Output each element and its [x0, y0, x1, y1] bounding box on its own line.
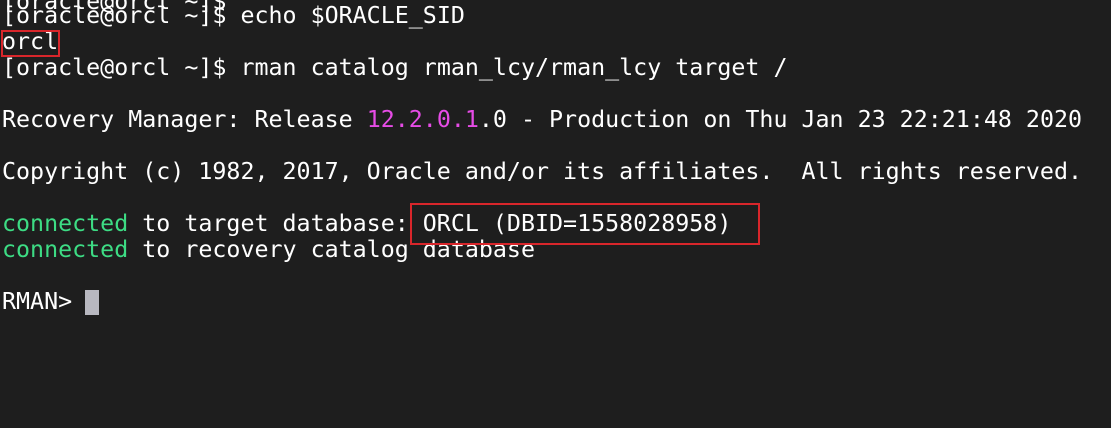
connected-status: connected [2, 210, 129, 237]
shell-prompt: [oracle@orcl ~]$ [2, 2, 241, 29]
terminal-line-target-connected: connected to target database: ORCL (DBID… [2, 211, 731, 237]
shell-prompt: [oracle@orcl ~]$ [2, 54, 241, 81]
terminal-line-rman-prompt[interactable]: RMAN> [2, 289, 86, 315]
banner-suffix: .0 - Production on Thu Jan 23 22:21:48 2… [478, 106, 1083, 133]
terminal-cursor[interactable] [85, 290, 99, 315]
banner-version: 12.2.0.1 [366, 106, 479, 133]
oracle-sid-output: orcl [2, 28, 59, 55]
target-db-id: ORCL (DBID=1558028958) [422, 210, 732, 237]
connected-status: connected [2, 236, 129, 263]
terminal-line-banner: Recovery Manager: Release 12.2.0.1.0 - P… [2, 107, 1082, 133]
catalog-db-label: to recovery catalog database [128, 236, 535, 263]
target-db-label: to target database: [128, 210, 423, 237]
terminal-window[interactable]: [oracle@orcl ~]$ [oracle@orcl ~]$ echo $… [0, 0, 1111, 428]
echo-command: echo $ORACLE_SID [240, 2, 465, 29]
rman-command: rman catalog rman_lcy/rman_lcy target / [240, 54, 788, 81]
terminal-line-rman-command: [oracle@orcl ~]$ rman catalog rman_lcy/r… [2, 55, 787, 81]
terminal-line-copyright: Copyright (c) 1982, 2017, Oracle and/or … [2, 159, 1082, 185]
terminal-line-sid-output: orcl [2, 29, 58, 55]
banner-prefix: Recovery Manager: Release [2, 106, 367, 133]
terminal-line-echo: [oracle@orcl ~]$ echo $ORACLE_SID [2, 3, 465, 29]
rman-prompt: RMAN> [2, 288, 87, 315]
terminal-line-catalog-connected: connected to recovery catalog database [2, 237, 535, 263]
copyright-text: Copyright (c) 1982, 2017, Oracle and/or … [2, 158, 1082, 185]
